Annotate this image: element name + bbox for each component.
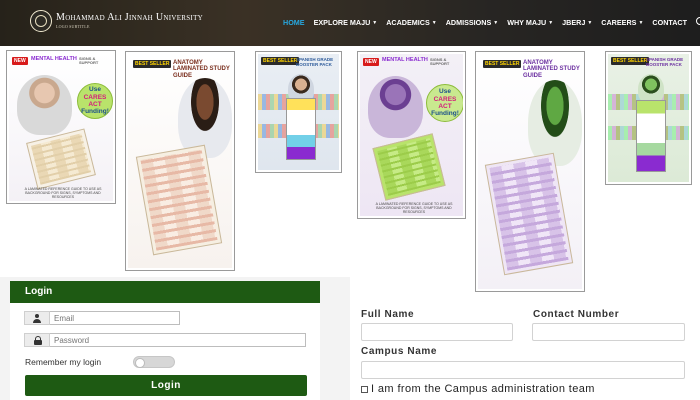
user-icon	[24, 311, 50, 325]
university-seal-icon	[30, 10, 52, 32]
chevron-down-icon: ▼	[431, 19, 437, 26]
product-title: SPANISH GRADE BOOSTER PACK	[646, 57, 684, 67]
product-title: ANATOMY LAMINATED STUDY GUIDE	[523, 60, 580, 79]
product-card-anatomy[interactable]: BEST SELLER ANATOMY LAMINATED STUDY GUID…	[125, 51, 235, 271]
university-logo[interactable]: Mohammad Ali Jinnah University LOGO SUBT…	[30, 10, 203, 32]
laminated-chart-image	[135, 144, 223, 256]
best-seller-badge: BEST SELLER	[133, 60, 172, 68]
cares-promo-badge: Use CARES ACT Funding!	[426, 84, 463, 122]
product-card-mental-health-alt[interactable]: NEW MENTAL HEALTH SIGNS & SUPPORT Use CA…	[357, 51, 466, 219]
admin-team-checkbox[interactable]	[361, 385, 368, 393]
product-title: MENTAL HEALTH	[382, 57, 428, 63]
email-field-row	[24, 311, 180, 325]
nav-academics[interactable]: ACADEMICS ▼	[386, 18, 436, 27]
product-card-mental-health[interactable]: NEW MENTAL HEALTH SIGNS & SUPPORT Use CA…	[6, 50, 116, 204]
nav-careers[interactable]: CAREERS ▼	[601, 18, 643, 27]
contact-number-input[interactable]	[532, 323, 685, 341]
booster-pack-image	[286, 98, 316, 160]
product-title: ANATOMY LAMINATED STUDY GUIDE	[173, 60, 230, 79]
page: Mohammad Ali Jinnah University LOGO SUBT…	[0, 0, 700, 400]
person-illustration	[17, 75, 72, 135]
email-input[interactable]	[50, 311, 180, 325]
full-name-label: Full Name	[361, 309, 415, 320]
login-button[interactable]: Login	[25, 375, 307, 396]
chevron-down-icon: ▼	[548, 19, 554, 26]
product-title: SPANISH GRADE BOOSTER PACK	[296, 57, 334, 67]
logo-subtitle: LOGO SUBTITLE	[56, 24, 90, 29]
person-illustration	[368, 76, 423, 138]
remember-login-toggle[interactable]	[133, 356, 175, 368]
remember-login-label: Remember my login	[25, 357, 102, 367]
laminated-chart-image	[26, 128, 96, 190]
password-field-row	[24, 333, 306, 347]
product-caption: A LAMINATED REFERENCE GUIDE TO USE AS BA…	[24, 187, 102, 200]
best-seller-badge: BEST SELLER	[611, 57, 650, 65]
admin-team-checkbox-label: I am from the Campus administration team	[371, 383, 595, 395]
chevron-down-icon: ▼	[372, 19, 378, 26]
product-card-spanish-alt[interactable]: BEST SELLER SPANISH GRADE BOOSTER PACK	[605, 51, 692, 185]
product-subtitle: SIGNS & SUPPORT	[79, 56, 99, 66]
login-title: Login	[10, 281, 320, 303]
search-icon[interactable]	[696, 17, 700, 28]
logo-title: Mohammad Ali Jinnah University	[56, 12, 203, 23]
best-seller-badge: BEST SELLER	[261, 57, 300, 65]
nav-explore-maju[interactable]: EXPLORE MAJU ▼	[314, 18, 378, 27]
laminated-chart-image	[484, 152, 574, 276]
person-illustration	[528, 80, 582, 166]
password-input[interactable]	[50, 333, 306, 347]
full-name-input[interactable]	[361, 323, 513, 341]
nav-jberj[interactable]: JBERJ ▼	[562, 18, 592, 27]
top-navbar: Mohammad Ali Jinnah University LOGO SUBT…	[0, 0, 700, 46]
product-subtitle: SIGNS & SUPPORT	[430, 57, 450, 67]
laminated-chart-image	[372, 133, 446, 201]
nav-why-maju[interactable]: WHY MAJU ▼	[507, 18, 553, 27]
nav-contact[interactable]: CONTACT	[652, 18, 687, 27]
booster-pack-image	[636, 100, 666, 172]
product-card-spanish[interactable]: BEST SELLER SPANISH GRADE BOOSTER PACK	[255, 51, 342, 173]
campus-name-input[interactable]	[361, 361, 685, 379]
product-caption: A LAMINATED REFERENCE GUIDE TO USE AS BA…	[375, 202, 453, 215]
product-card-anatomy-alt[interactable]: BEST SELLER ANATOMY LAMINATED STUDY GUID…	[475, 51, 585, 292]
product-title: MENTAL HEALTH	[31, 56, 77, 62]
campus-name-label: Campus Name	[361, 346, 438, 357]
chevron-down-icon: ▼	[493, 19, 499, 26]
nav-admissions[interactable]: ADMISSIONS ▼	[446, 18, 498, 27]
best-seller-badge: BEST SELLER	[483, 60, 522, 68]
new-badge: NEW	[12, 57, 28, 65]
nav-home[interactable]: HOME	[283, 18, 305, 27]
chevron-down-icon: ▼	[587, 19, 593, 26]
main-nav: HOME EXPLORE MAJU ▼ ACADEMICS ▼ ADMISSIONS…	[283, 17, 700, 28]
contact-number-label: Contact Number	[533, 309, 620, 320]
chevron-down-icon: ▼	[638, 19, 644, 26]
admin-team-checkbox-row[interactable]: I am from the Campus administration team	[361, 383, 595, 395]
cares-promo-badge: Use CARES ACT Funding!	[77, 83, 113, 119]
lock-icon	[24, 333, 50, 347]
new-badge: NEW	[363, 58, 379, 66]
